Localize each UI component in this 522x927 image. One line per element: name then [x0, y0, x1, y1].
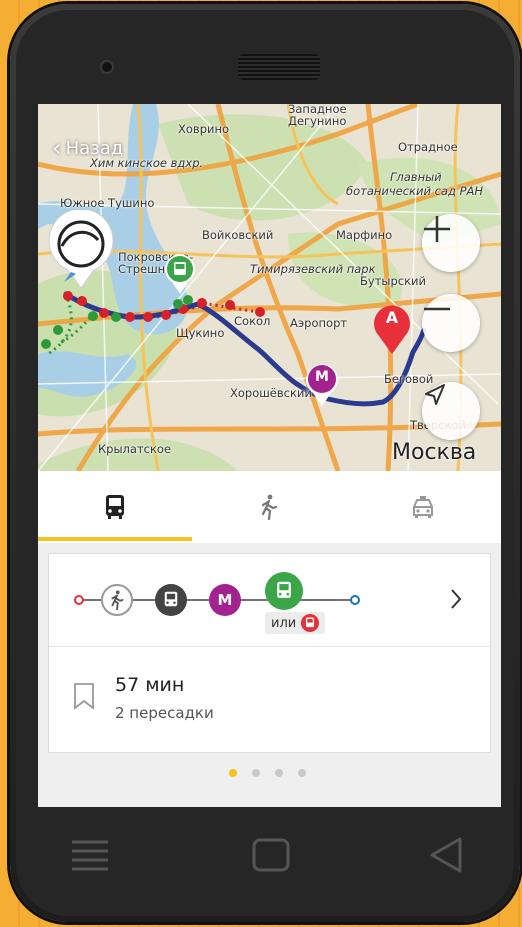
trolleybus-icon: [301, 614, 320, 632]
map-view[interactable]: Ховрино Западное Дегунино Отрадное Хим к…: [38, 104, 501, 471]
bus-stop-marker[interactable]: [164, 254, 196, 294]
zoom-in-button[interactable]: [422, 214, 480, 272]
taxi-icon: [413, 496, 433, 518]
routes-panel: M или 57 мин 2 пересадки: [38, 543, 501, 807]
home-icon[interactable]: [252, 838, 290, 872]
bus-icon: [106, 495, 124, 519]
route-duration: 57 мин: [115, 674, 185, 696]
chevron-left-icon: ‹: [52, 134, 62, 162]
navigation-arrow-icon: [425, 384, 445, 405]
map-label: Ховрино: [178, 122, 230, 136]
page-dot-active: [229, 769, 237, 777]
pedestrian-icon: [111, 590, 124, 610]
map-label: ботанический сад РАН: [346, 184, 484, 198]
transport-tabs: [38, 471, 501, 543]
bookmark-icon[interactable]: [73, 682, 95, 710]
map-label: Марфино: [336, 228, 393, 242]
metro-segment: M: [209, 584, 241, 616]
page-dot: [298, 769, 306, 777]
start-marker[interactable]: [46, 210, 116, 290]
chevron-right-icon[interactable]: [449, 588, 463, 610]
tab-transit[interactable]: [38, 471, 192, 543]
map-label: Главный: [390, 170, 442, 184]
map-label: Бутырский: [360, 274, 426, 288]
metro-marker-label: M: [315, 369, 329, 385]
map-label: Отрадное: [398, 140, 458, 154]
bus-segment: [155, 584, 187, 616]
map-label: Хорошёвский: [230, 386, 312, 400]
plus-icon: [424, 216, 450, 242]
pedestrian-icon: [261, 494, 278, 520]
page-dot: [275, 769, 283, 777]
metro-icon: M: [217, 591, 233, 609]
back-button[interactable]: ‹ Назад: [52, 136, 123, 160]
metro-marker[interactable]: M: [304, 362, 340, 406]
back-label: Назад: [65, 137, 124, 159]
active-tab-indicator: [38, 537, 192, 541]
map-label: Щукино: [176, 326, 225, 340]
front-camera: [102, 62, 112, 72]
app-screen: Ховрино Западное Дегунино Отрадное Хим к…: [38, 104, 501, 807]
bus-icon: [277, 581, 291, 598]
walk-segment: [101, 584, 133, 616]
map-label: Аэропорт: [290, 316, 348, 330]
destination-label: A: [385, 308, 399, 327]
back-icon[interactable]: [428, 836, 464, 874]
location-pin-icon: [48, 210, 114, 289]
minus-icon: [424, 307, 450, 311]
tab-walk[interactable]: [192, 471, 346, 543]
alternative-label: или: [271, 615, 297, 631]
map-city-label: Москва: [392, 440, 477, 465]
my-location-button[interactable]: [422, 382, 480, 440]
map-label: Южное Тушино: [60, 196, 155, 210]
tab-taxi[interactable]: [346, 471, 500, 543]
map-label: Войковский: [202, 228, 274, 242]
page-dot: [252, 769, 260, 777]
route-card[interactable]: M или 57 мин 2 пересадки: [48, 553, 491, 753]
map-label: Сокол: [234, 314, 271, 328]
menu-icon[interactable]: [70, 838, 110, 872]
page-indicator: [38, 763, 501, 783]
bus-icon: [164, 591, 178, 607]
alternative-badge: или: [265, 612, 326, 634]
bus-icon: [165, 254, 195, 294]
map-label: Крылатское: [98, 442, 172, 456]
speaker-grille: [238, 54, 320, 80]
destination-marker[interactable]: A: [372, 300, 412, 354]
bus-segment-alt: [265, 572, 303, 610]
map-label: Дегунино: [288, 114, 347, 128]
route-transfers: 2 пересадки: [115, 704, 214, 722]
zoom-out-button[interactable]: [422, 294, 480, 352]
map-label: Тимирязевский парк: [250, 262, 376, 276]
system-nav-bar: [38, 812, 501, 896]
